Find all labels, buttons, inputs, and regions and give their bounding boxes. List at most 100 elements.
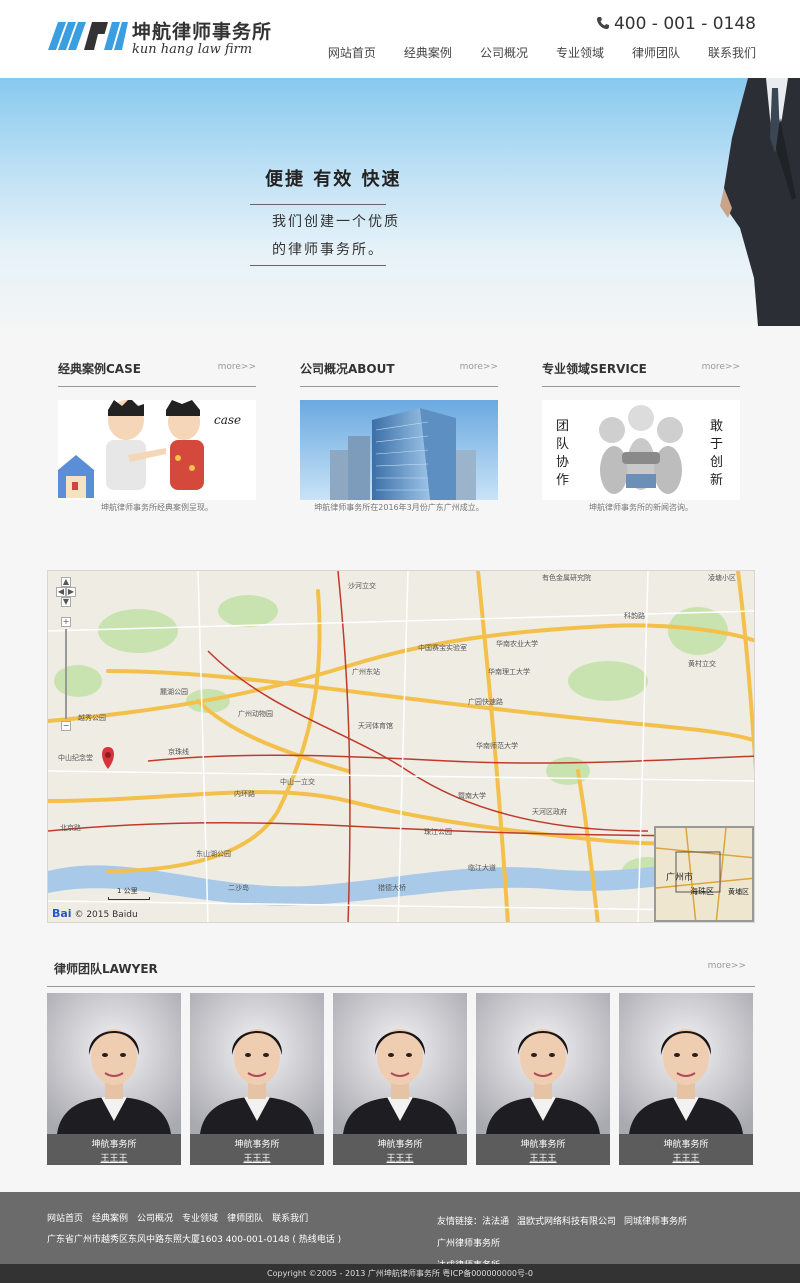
friend-link[interactable]: 同城律师事务所 xyxy=(624,1217,687,1227)
lawyer-card[interactable]: 坤航事务所 王王王 xyxy=(333,993,467,1165)
location-map[interactable]: 沙河立交 天河体育馆 中山一立交 内环路 广园快速路 华南理工大学 华南师范大学… xyxy=(47,570,755,923)
about-image[interactable] xyxy=(300,400,498,500)
overview-label: 黄埔区 xyxy=(728,887,749,896)
lawyer-caption: 坤航事务所 王王王 xyxy=(333,1134,467,1165)
section-title: 经典案例CASE xyxy=(58,362,141,376)
service-image[interactable]: 团 队 协 作 敢 于 创 新 xyxy=(542,400,740,500)
more-link[interactable]: more>> xyxy=(702,362,740,372)
overview-label: 海珠区 xyxy=(690,886,714,896)
nav-team[interactable]: 律师团队 xyxy=(632,44,680,61)
svg-text:新: 新 xyxy=(710,472,723,488)
phone-text: 400 - 001 - 0148 xyxy=(613,14,756,34)
map-label: 凌塘小区 xyxy=(708,574,736,582)
map-zoom-in-button[interactable]: + xyxy=(61,617,71,627)
lawyer-org: 坤航事务所 xyxy=(520,1140,566,1150)
svg-text:创: 创 xyxy=(710,455,723,470)
section-divider xyxy=(300,386,498,387)
footer-nav-team[interactable]: 律师团队 xyxy=(227,1211,263,1224)
lawyer-org: 坤航事务所 xyxy=(663,1140,709,1150)
map-label: 中国赛宝实验室 xyxy=(418,644,467,652)
nav-contact[interactable]: 联系我们 xyxy=(708,44,756,61)
logo-mark-icon xyxy=(48,22,128,50)
case-illustration[interactable]: case xyxy=(58,400,256,500)
map-label: 越秀公园 xyxy=(78,714,106,722)
map-label: 东山湖公园 xyxy=(196,850,231,858)
map-label: 黄村立交 xyxy=(688,660,716,668)
nav-about[interactable]: 公司概况 xyxy=(480,44,528,61)
lawyer-org: 坤航事务所 xyxy=(234,1140,280,1150)
footer: 网站首页 经典案例 公司概况 专业领域 律师团队 联系我们 广东省广州市越秀区东… xyxy=(0,1192,800,1271)
map-label: 北京路 xyxy=(60,824,81,832)
section-title: 公司概况ABOUT xyxy=(300,362,395,376)
map-label: 二沙岛 xyxy=(228,884,249,892)
lawyer-name[interactable]: 王王王 xyxy=(476,1151,610,1164)
nav-home[interactable]: 网站首页 xyxy=(328,44,376,61)
section-caption: 坤航律师事务所在2016年3月份广东广州成立。 xyxy=(314,503,484,512)
map-pan-up-button[interactable]: ▲ xyxy=(61,577,71,587)
more-link[interactable]: more>> xyxy=(460,362,498,372)
map-canvas[interactable] xyxy=(48,571,755,923)
footer-nav-cases[interactable]: 经典案例 xyxy=(92,1211,128,1224)
scale-label: 1 公里 xyxy=(117,887,138,895)
arguing-men-image: case xyxy=(58,400,256,500)
friend-link[interactable]: 广州律师事务所 xyxy=(437,1239,500,1249)
header: 坤航律师事务所 kun hang law firm 400 - 001 - 01… xyxy=(0,0,800,78)
footer-nav-service[interactable]: 专业领域 xyxy=(182,1211,218,1224)
friend-link[interactable]: 温欧式网络科技有限公司 xyxy=(517,1217,616,1227)
section-title: 专业领域SERVICE xyxy=(542,362,647,376)
map-zoom-out-button[interactable]: − xyxy=(61,721,71,731)
overview-label: 广州市 xyxy=(666,871,693,883)
footer-nav-contact[interactable]: 联系我们 xyxy=(272,1211,308,1224)
section-divider xyxy=(58,386,256,387)
footer-nav-home[interactable]: 网站首页 xyxy=(47,1211,83,1224)
hero-banner: 便捷 有效 快速 我们创建一个优质 的律师事务所。 xyxy=(0,78,800,326)
section-divider xyxy=(542,386,740,387)
section-caption: 坤航律师事务所的新闻咨询。 xyxy=(589,503,693,512)
logo-subtitle: kun hang law firm xyxy=(132,42,253,57)
lawyers-more-link[interactable]: more>> xyxy=(708,961,746,971)
svg-text:于: 于 xyxy=(710,437,723,452)
map-label: 京珠线 xyxy=(168,748,189,756)
banner-divider xyxy=(250,204,386,205)
banner-slogan: 便捷 有效 快速 xyxy=(265,169,402,190)
lawyer-card[interactable]: 坤航事务所 王王王 xyxy=(47,993,181,1165)
main-nav: 网站首页 经典案例 公司概况 专业领域 律师团队 联系我们 xyxy=(300,44,756,61)
lawyer-card[interactable]: 坤航事务所 王王王 xyxy=(476,993,610,1165)
lawyer-org: 坤航事务所 xyxy=(91,1140,137,1150)
overview-map-image: 广州市 海珠区 黄埔区 xyxy=(656,828,752,920)
svg-text:协: 协 xyxy=(556,455,569,470)
lawyer-card[interactable]: 坤航事务所 王王王 xyxy=(619,993,753,1165)
baidu-logo: Bai xyxy=(52,907,72,920)
lawyer-caption: 坤航事务所 王王王 xyxy=(476,1134,610,1165)
map-label: 科韵路 xyxy=(624,612,645,620)
map-pan-left-button[interactable]: ◀ xyxy=(56,587,66,597)
banner-divider xyxy=(250,265,386,266)
map-label: 华南农业大学 xyxy=(496,640,538,648)
lawyer-name[interactable]: 王王王 xyxy=(47,1151,181,1164)
nav-cases[interactable]: 经典案例 xyxy=(404,44,452,61)
map-overview[interactable]: 广州市 海珠区 黄埔区 xyxy=(654,826,754,922)
map-label: 中山纪念堂 xyxy=(58,754,93,762)
map-label: 天河体育馆 xyxy=(358,722,393,730)
logo-title: 坤航律师事务所 xyxy=(132,21,273,43)
lawyer-name[interactable]: 王王王 xyxy=(619,1151,753,1164)
nav-service[interactable]: 专业领域 xyxy=(556,44,604,61)
office-building-image xyxy=(300,400,498,500)
logo[interactable]: 坤航律师事务所 kun hang law firm xyxy=(48,17,271,65)
more-link[interactable]: more>> xyxy=(218,362,256,372)
banner-text-line1: 我们创建一个优质 xyxy=(272,214,400,230)
lawyer-card[interactable]: 坤航事务所 王王王 xyxy=(190,993,324,1165)
map-zoom-slider[interactable] xyxy=(65,629,67,719)
map-pan-down-button[interactable]: ▼ xyxy=(61,597,71,607)
footer-nav-about[interactable]: 公司概况 xyxy=(137,1211,173,1224)
lawyer-name[interactable]: 王王王 xyxy=(190,1151,324,1164)
lawyer-caption: 坤航事务所 王王王 xyxy=(619,1134,753,1165)
lawyer-photo xyxy=(190,993,324,1134)
footer-nav: 网站首页 经典案例 公司概况 专业领域 律师团队 联系我们 xyxy=(47,1211,317,1224)
map-pan-right-button[interactable]: ▶ xyxy=(66,587,76,597)
map-label: 临江大道 xyxy=(468,864,496,872)
copyright-text: © 2015 Baidu xyxy=(74,910,138,920)
lawyer-name[interactable]: 王王王 xyxy=(333,1151,467,1164)
friend-link[interactable]: 法法通 xyxy=(482,1217,509,1227)
case-image-text: case xyxy=(214,413,241,427)
